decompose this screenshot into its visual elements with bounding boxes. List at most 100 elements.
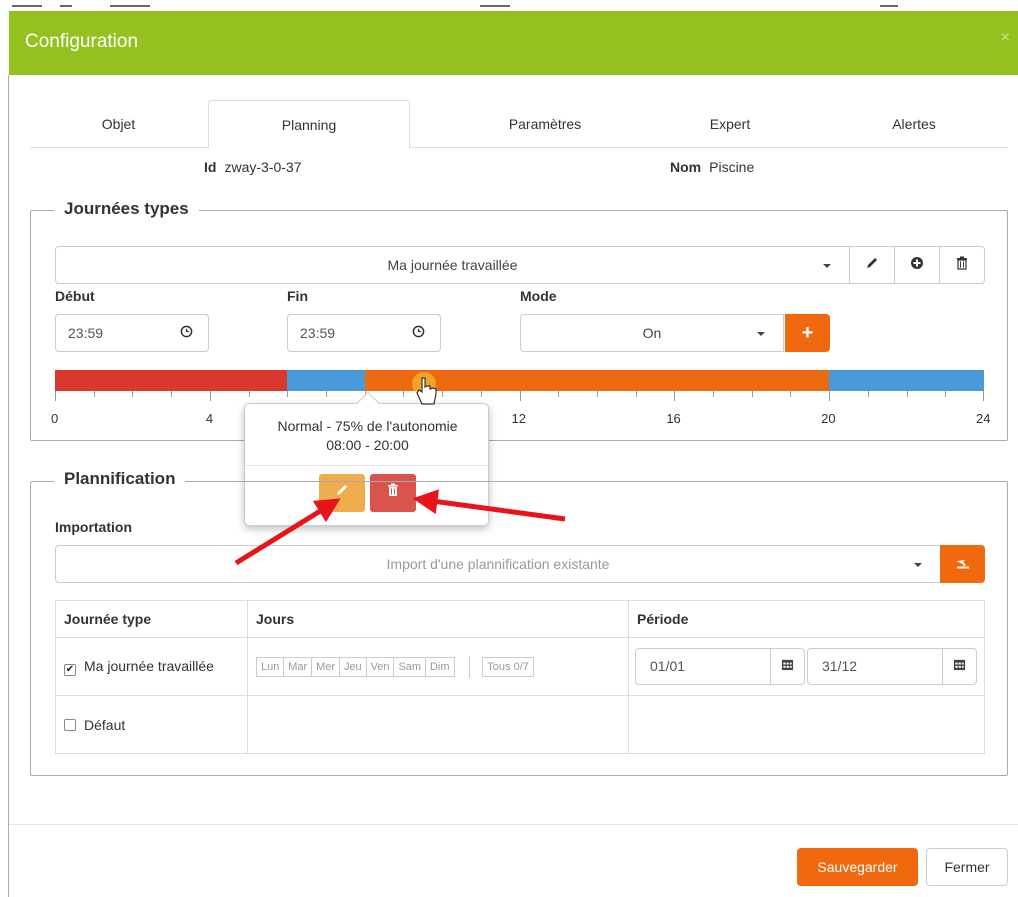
add-mode-button[interactable]: + <box>785 314 830 352</box>
id-label: Id <box>204 159 217 175</box>
period-end-input[interactable]: 31/12 <box>807 648 943 685</box>
timeline-tick <box>209 391 211 401</box>
name-label: Nom <box>670 159 702 175</box>
timeline-tick <box>93 391 95 397</box>
clock-icon <box>180 325 192 338</box>
row-checkbox-unchecked[interactable] <box>64 718 76 731</box>
edit-day-button[interactable] <box>849 246 895 284</box>
day-toggle-mar[interactable]: Mar <box>283 657 313 678</box>
calendar-icon <box>781 659 794 671</box>
chevron-down-icon <box>823 264 831 268</box>
timeline-tick <box>945 391 947 397</box>
day-toggle-jeu[interactable]: Jeu <box>338 657 367 678</box>
row-day-type-label: Ma journée travaillée <box>84 657 214 674</box>
timeline-tick-label: 12 <box>511 411 526 426</box>
column-header-period: Période <box>628 600 985 638</box>
window-top-strip <box>0 0 1018 11</box>
fin-time-input[interactable]: 23:59 <box>287 314 397 352</box>
timeline-tick <box>906 391 908 397</box>
timeline-tick <box>867 391 869 397</box>
row-days-cell-empty <box>247 695 629 754</box>
timeline-tick-label: 16 <box>666 411 681 426</box>
row-checkbox-checked[interactable]: ✔ <box>64 663 76 676</box>
period-start-calendar-button[interactable] <box>771 648 805 685</box>
period-end-calendar-button[interactable] <box>943 648 977 685</box>
timeline-tick <box>829 391 831 401</box>
debut-label: Début <box>55 288 95 304</box>
timeline-tick <box>713 391 715 397</box>
add-day-button[interactable] <box>894 246 940 284</box>
day-type-select-value: Ma journée travaillée <box>387 257 518 273</box>
timeline-tick <box>171 391 173 397</box>
day-toggle-mer[interactable]: Mer <box>311 657 341 678</box>
debut-clock-button[interactable] <box>164 314 209 352</box>
modal-title: Configuration <box>25 31 139 52</box>
mode-select-value: On <box>642 325 662 341</box>
all-days-toggle[interactable]: Tous 0/7 <box>482 657 534 678</box>
timeline-tick <box>132 391 134 397</box>
tab-expert[interactable]: Expert <box>630 100 830 148</box>
modal-left-border <box>8 75 9 897</box>
journees-types-legend: Journées types <box>54 199 199 219</box>
tab-bar: Objet Planning Paramètres Expert Alertes <box>30 100 1008 149</box>
timeline-tick <box>790 391 792 397</box>
day-toggle-dim[interactable]: Dim <box>424 657 455 678</box>
mode-select[interactable]: On <box>520 314 784 352</box>
tab-parametres[interactable]: Paramètres <box>445 100 645 148</box>
close-button[interactable]: Fermer <box>926 848 1008 886</box>
period-start-input[interactable]: 01/01 <box>635 648 771 685</box>
day-timeline[interactable] <box>55 370 984 391</box>
table-header-row: Journée type Jours Période <box>55 600 985 638</box>
fin-label: Fin <box>287 288 308 304</box>
timeline-segment[interactable] <box>829 370 984 391</box>
import-select[interactable]: Import d'une plannification existante <box>55 545 941 583</box>
timeline-tick <box>287 391 289 397</box>
row-period-cell-empty <box>628 695 985 754</box>
clock-icon <box>412 325 424 338</box>
tab-planning[interactable]: Planning <box>208 100 410 149</box>
timeline-tick <box>55 391 56 401</box>
day-toggle-ven[interactable]: Ven <box>365 657 395 678</box>
close-icon[interactable]: × <box>1001 29 1010 47</box>
import-icon <box>956 559 969 569</box>
timeline-tick-label: 4 <box>205 411 214 426</box>
column-header-days: Jours <box>247 600 629 638</box>
save-button[interactable]: Sauvegarder <box>797 848 918 886</box>
column-header-day-type: Journée type <box>55 600 248 638</box>
timeline-tick-label: 0 <box>51 411 59 426</box>
timeline-tick <box>635 391 637 397</box>
timeline-segment[interactable] <box>364 370 830 391</box>
day-toggle-lun[interactable]: Lun <box>256 657 285 678</box>
modal-footer-divider <box>9 824 1018 825</box>
popover-segment-label: Normal - 75% de l'autonomie <box>277 418 458 434</box>
plus-circle-icon <box>911 257 923 269</box>
top-dash <box>60 5 72 7</box>
day-type-select[interactable]: Ma journée travaillée <box>55 246 850 284</box>
timeline-axis <box>55 391 984 401</box>
tab-objet[interactable]: Objet <box>30 100 207 148</box>
row-day-type-cell: ✔ Ma journée travaillée <box>55 637 248 696</box>
timeline-tick-label: 24 <box>976 411 991 426</box>
timeline-tick <box>751 391 753 397</box>
importation-label: Importation <box>55 519 132 535</box>
timeline-segment[interactable] <box>55 370 288 391</box>
debut-time-input[interactable]: 23:59 <box>55 314 165 352</box>
tab-alertes[interactable]: Alertes <box>820 100 1008 148</box>
fin-clock-button[interactable] <box>396 314 441 352</box>
timeline-segment[interactable] <box>287 370 365 391</box>
delete-day-button[interactable] <box>939 246 985 284</box>
calendar-icon <box>953 659 966 671</box>
top-dash <box>880 5 898 7</box>
timeline-tick <box>480 391 482 397</box>
plannification-legend: Plannification <box>54 469 186 489</box>
row-day-type-cell: Défaut <box>55 695 248 754</box>
timeline-tick <box>674 391 676 401</box>
row-days-cell: Lun Mar Mer Jeu Ven Sam Dim Tous 0/7 <box>247 637 629 696</box>
chevron-down-icon <box>914 563 922 567</box>
pencil-icon <box>867 258 877 268</box>
table-row: Défaut <box>55 695 985 754</box>
timeline-tick <box>519 391 521 401</box>
import-button[interactable] <box>940 545 985 583</box>
name-info: Nom Piscine <box>670 159 754 175</box>
day-toggle-sam[interactable]: Sam <box>393 657 427 678</box>
